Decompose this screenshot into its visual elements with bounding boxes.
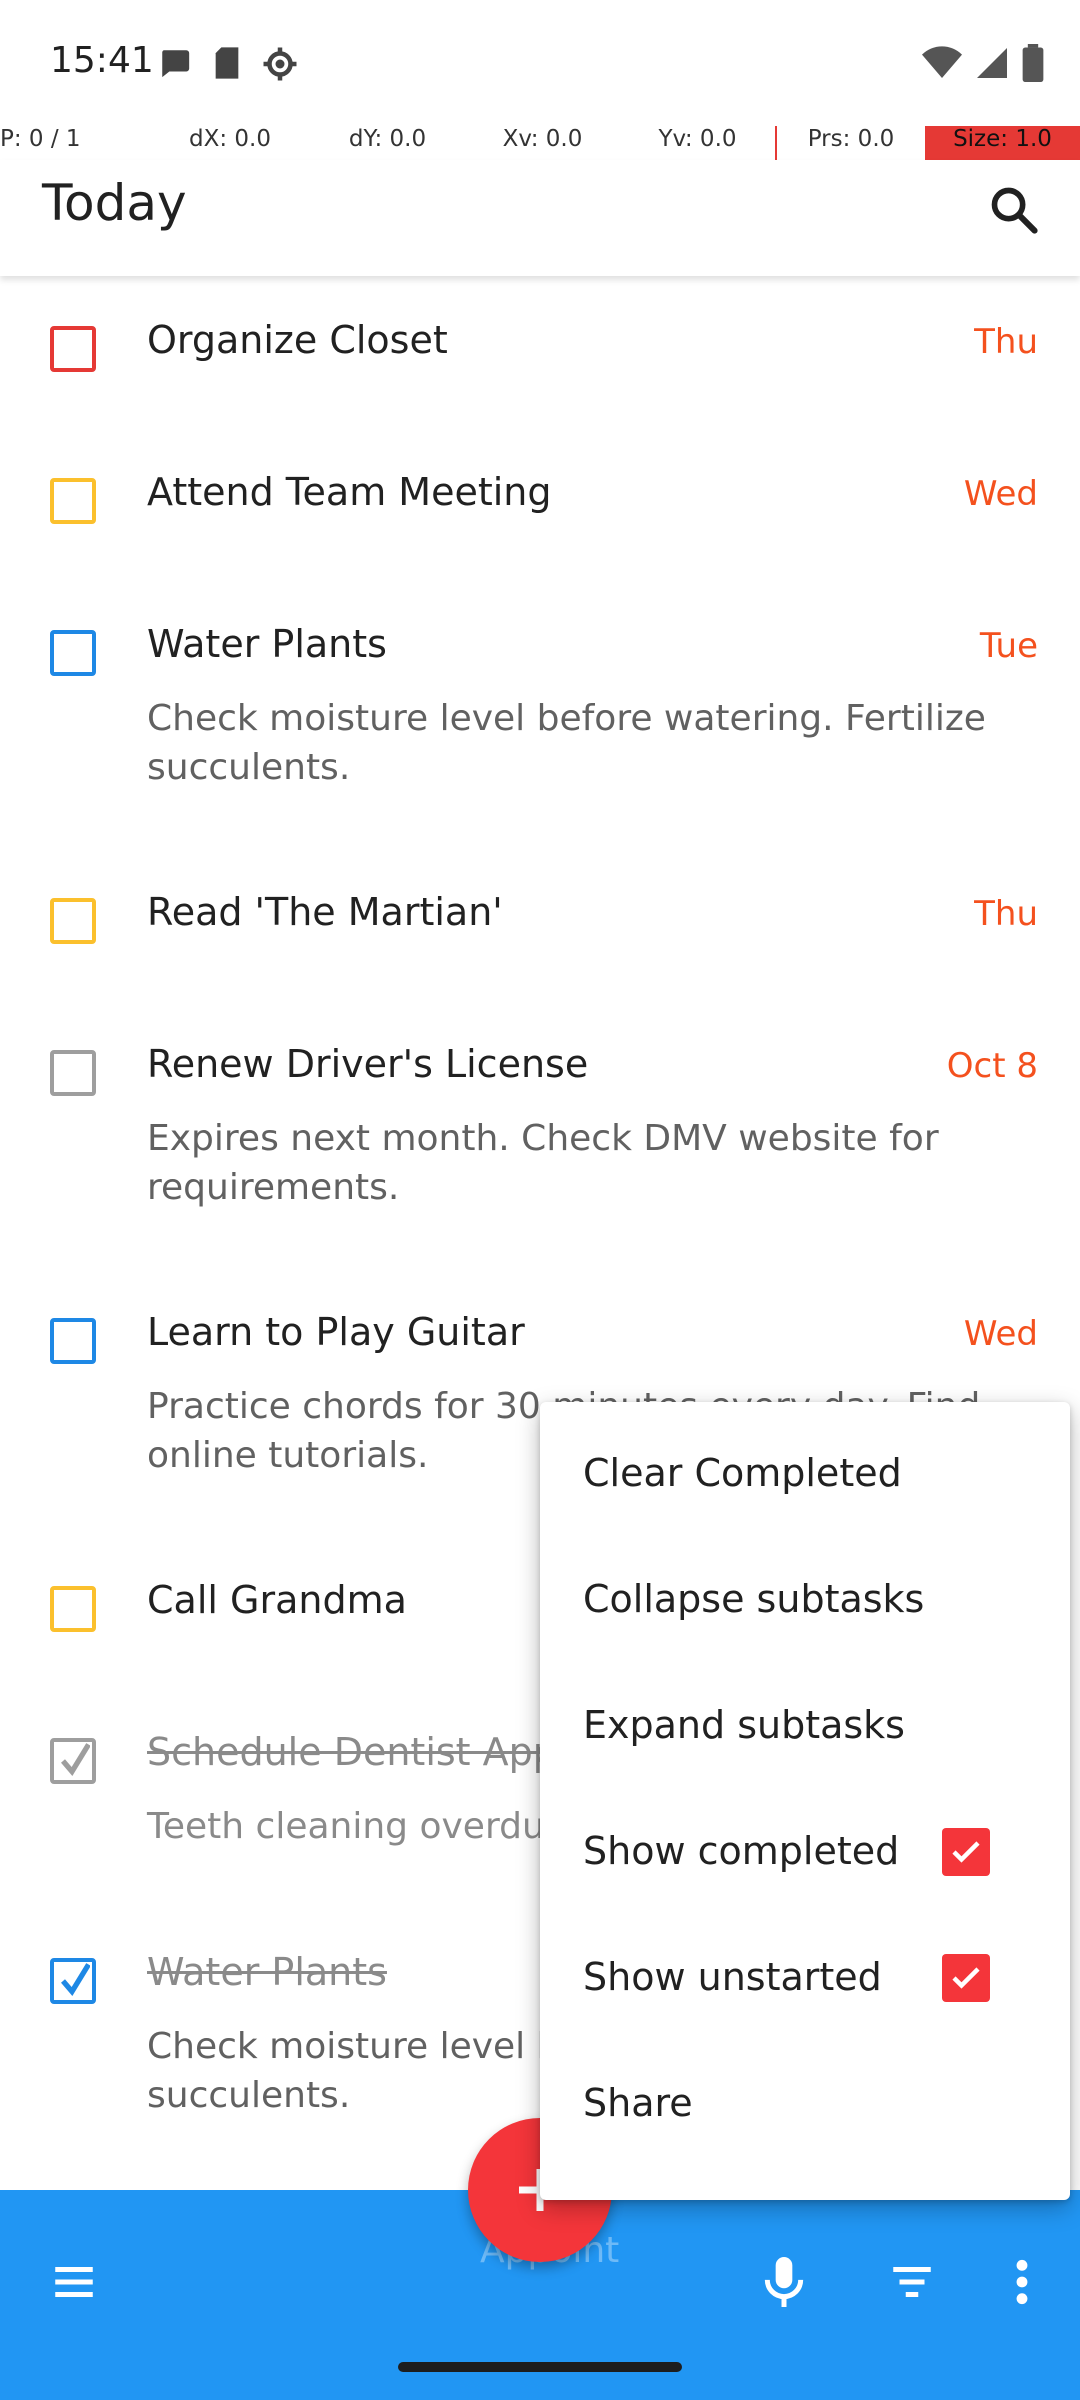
task-due-date: Oct 8: [946, 1046, 1038, 1086]
task-checkbox[interactable]: [50, 326, 96, 372]
voice-input-button[interactable]: [748, 2246, 820, 2318]
status-bar: 15:41: [0, 0, 1080, 130]
menu-item-label: Clear Completed: [583, 1451, 902, 1495]
overflow-menu: Clear Completed Collapse subtasks Expand…: [540, 1402, 1070, 2200]
task-title: Read 'The Martian': [147, 890, 503, 934]
hamburger-menu-icon: [55, 2267, 93, 2297]
chat-bubble-icon: [162, 50, 190, 78]
task-checkbox-checked[interactable]: [50, 1958, 96, 2004]
task-notes: Expires next month. Check DMV website fo…: [147, 1118, 939, 1208]
task-row[interactable]: Attend Team Meeting Wed: [0, 432, 1080, 582]
task-title: Organize Closet: [147, 318, 448, 362]
menu-item-label: Expand subtasks: [583, 1703, 905, 1747]
show-completed-checkbox[interactable]: [942, 1828, 990, 1876]
menu-item-clear-completed[interactable]: Clear Completed: [540, 1410, 1070, 1536]
settings-gear-icon: [263, 47, 297, 81]
wifi-icon: [922, 46, 962, 78]
task-title: Water Plants: [147, 622, 387, 666]
pointer-debug-bar: P: 0 / 1 dX: 0.0 dY: 0.0 Xv: 0.0 Yv: 0.0…: [0, 126, 1080, 160]
task-checkbox[interactable]: [50, 630, 96, 676]
menu-item-label: Show completed: [583, 1829, 900, 1873]
microphone-icon: [764, 2257, 804, 2307]
checkmark-icon: [952, 1967, 980, 1989]
cellular-signal-icon: [977, 48, 1007, 78]
task-row[interactable]: Read 'The Martian' Thu: [0, 852, 1080, 1002]
checkmark-icon: [952, 1841, 980, 1863]
checkmark-icon: [61, 1743, 90, 1776]
debug-prs: Prs: 0.0: [775, 126, 925, 160]
more-vert-icon: [1016, 2259, 1028, 2305]
task-due-date: Wed: [963, 474, 1038, 514]
task-title: Water Plants: [147, 1950, 387, 1994]
task-title: Learn to Play Guitar: [147, 1310, 525, 1354]
task-due-date: Thu: [974, 894, 1038, 934]
debug-dy: dY: 0.0: [348, 126, 427, 152]
checkmark-icon: [61, 1963, 90, 1996]
page-title: Today: [42, 174, 187, 232]
overflow-menu-button[interactable]: [986, 2246, 1058, 2318]
menu-item-label: Show unstarted: [583, 1955, 882, 1999]
task-title: Call Grandma: [147, 1578, 407, 1622]
task-row[interactable]: Water Plants Tue Check moisture level be…: [0, 584, 1080, 846]
navigation-menu-button[interactable]: [38, 2246, 110, 2318]
status-system-icons: [922, 44, 1044, 82]
task-checkbox[interactable]: [50, 478, 96, 524]
task-checkbox[interactable]: [50, 898, 96, 944]
debug-yv: Yv: 0.0: [658, 126, 737, 152]
menu-item-label: Share: [583, 2081, 693, 2125]
menu-item-show-unstarted[interactable]: Show unstarted: [540, 1914, 1070, 2040]
battery-icon: [1022, 44, 1044, 82]
task-checkbox[interactable]: [50, 1050, 96, 1096]
status-time: 15:41: [50, 40, 154, 81]
task-checkbox[interactable]: [50, 1318, 96, 1364]
menu-item-show-completed[interactable]: Show completed: [540, 1788, 1070, 1914]
menu-item-label: Collapse subtasks: [583, 1577, 925, 1621]
gesture-nav-handle[interactable]: [398, 2362, 682, 2372]
sd-card-icon: [215, 47, 239, 79]
task-due-date: Thu: [974, 322, 1038, 362]
task-title: Renew Driver's License: [147, 1042, 589, 1086]
sort-icon: [893, 2267, 931, 2297]
status-notification-icons: [158, 46, 298, 82]
app-bar: Today: [0, 160, 1080, 276]
debug-xv: Xv: 0.0: [502, 126, 583, 152]
task-row[interactable]: Organize Closet Thu: [0, 280, 1080, 430]
task-row[interactable]: Renew Driver's License Oct 8 Expires nex…: [0, 1004, 1080, 1266]
sort-button[interactable]: [876, 2246, 948, 2318]
task-title: Attend Team Meeting: [147, 470, 552, 514]
search-icon: [991, 187, 1038, 234]
menu-item-expand-subtasks[interactable]: Expand subtasks: [540, 1662, 1070, 1788]
task-due-date: Tue: [979, 626, 1038, 666]
task-due-date: Wed: [963, 1314, 1038, 1354]
search-button[interactable]: [978, 174, 1050, 246]
debug-dx: dX: 0.0: [189, 126, 271, 152]
show-unstarted-checkbox[interactable]: [942, 1954, 990, 2002]
menu-item-share[interactable]: Share: [540, 2040, 1070, 2166]
task-checkbox[interactable]: [50, 1586, 96, 1632]
menu-item-collapse-subtasks[interactable]: Collapse subtasks: [540, 1536, 1070, 1662]
debug-pointer: P: 0 / 1: [0, 126, 81, 152]
task-notes: Check moisture level before watering. Fe…: [147, 698, 986, 788]
task-checkbox-checked[interactable]: [50, 1738, 96, 1784]
debug-size: Size: 1.0: [925, 126, 1080, 160]
